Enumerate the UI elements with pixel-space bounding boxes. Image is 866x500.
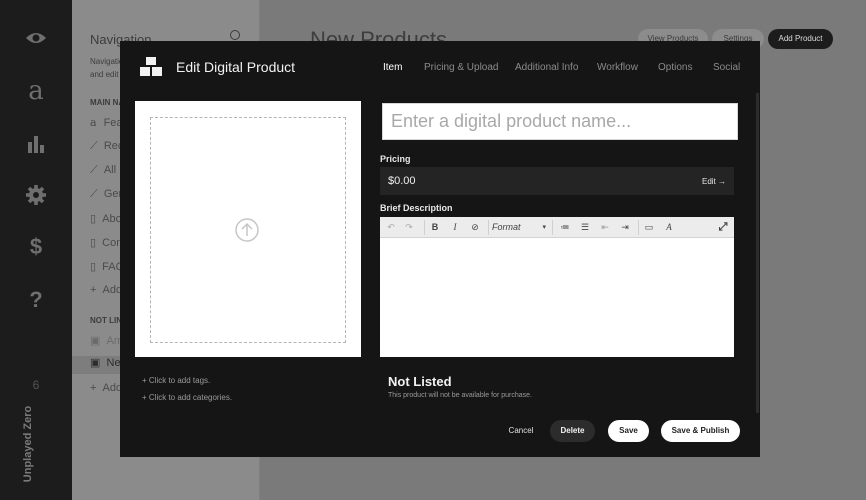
description-editor[interactable]: ↶ ↷ B I ⊘ Format ▾ ≔ ☰ ⇤ ⇥ ▭ A ⤢: [380, 217, 734, 357]
status-title: Not Listed: [388, 374, 452, 389]
add-product-button[interactable]: Add Product: [768, 29, 833, 49]
pricing-field[interactable]: $0.00 Edit →: [380, 167, 734, 195]
add-tags-link[interactable]: + Click to add tags.: [142, 376, 210, 385]
tab-social[interactable]: Social: [713, 62, 740, 73]
bold-icon[interactable]: B: [428, 220, 442, 235]
brief-description-label: Brief Description: [380, 203, 453, 213]
cancel-button[interactable]: Cancel: [500, 420, 542, 442]
image-icon[interactable]: ▭: [642, 220, 656, 235]
save-button[interactable]: Save: [608, 420, 649, 442]
delete-button[interactable]: Delete: [550, 420, 595, 442]
tab-additional-info[interactable]: Additional Info: [515, 62, 578, 73]
app-rail: a $ ? 6 Unplayed Zero: [0, 0, 72, 500]
undo-icon[interactable]: ↶: [384, 220, 398, 235]
listing-status: Not Listed This product will not be avai…: [388, 374, 532, 399]
dollar-icon[interactable]: $: [0, 234, 72, 260]
modal-header: Edit Digital Product Item Pricing & Uplo…: [120, 41, 760, 93]
brand-mark-icon: 6: [32, 378, 40, 392]
eye-icon[interactable]: [0, 28, 72, 53]
amazon-icon[interactable]: a: [0, 76, 72, 106]
bullet-list-icon[interactable]: ☰: [578, 220, 592, 235]
gear-icon[interactable]: [0, 184, 72, 211]
product-name-input[interactable]: [382, 103, 738, 140]
tab-options[interactable]: Options: [658, 62, 692, 73]
upload-arrow-icon[interactable]: [235, 218, 259, 242]
clear-format-icon[interactable]: A: [662, 220, 676, 235]
expand-icon[interactable]: ⤢: [716, 220, 730, 235]
modal-tabs: Item Pricing & Upload Additional Info Wo…: [120, 62, 760, 76]
save-publish-button[interactable]: Save & Publish: [661, 420, 740, 442]
brand-label: Unplayed Zero: [22, 405, 35, 483]
tab-workflow[interactable]: Workflow: [597, 62, 638, 73]
numbered-list-icon[interactable]: ≔: [558, 220, 572, 235]
bar-chart-icon[interactable]: [0, 134, 72, 159]
price-value: $0.00: [388, 175, 416, 187]
price-edit-link[interactable]: Edit →: [702, 177, 726, 186]
image-upload-area[interactable]: [135, 101, 361, 357]
tab-item[interactable]: Item: [383, 62, 402, 73]
italic-icon[interactable]: I: [448, 220, 462, 235]
search-icon[interactable]: [230, 30, 240, 40]
edit-product-modal: Edit Digital Product Item Pricing & Uplo…: [120, 41, 760, 457]
pricing-label: Pricing: [380, 154, 411, 164]
add-categories-link[interactable]: + Click to add categories.: [142, 393, 232, 402]
tab-pricing-upload[interactable]: Pricing & Upload: [424, 62, 498, 73]
modal-scrollbar[interactable]: [756, 93, 759, 413]
status-description: This product will not be available for p…: [388, 392, 532, 399]
redo-icon[interactable]: ↷: [402, 220, 416, 235]
format-dropdown[interactable]: Format ▾: [492, 220, 548, 235]
question-icon[interactable]: ?: [0, 287, 72, 313]
indent-icon[interactable]: ⇥: [618, 220, 632, 235]
outdent-icon[interactable]: ⇤: [598, 220, 612, 235]
editor-toolbar: ↶ ↷ B I ⊘ Format ▾ ≔ ☰ ⇤ ⇥ ▭ A ⤢: [380, 217, 734, 238]
link-icon[interactable]: ⊘: [468, 220, 482, 235]
